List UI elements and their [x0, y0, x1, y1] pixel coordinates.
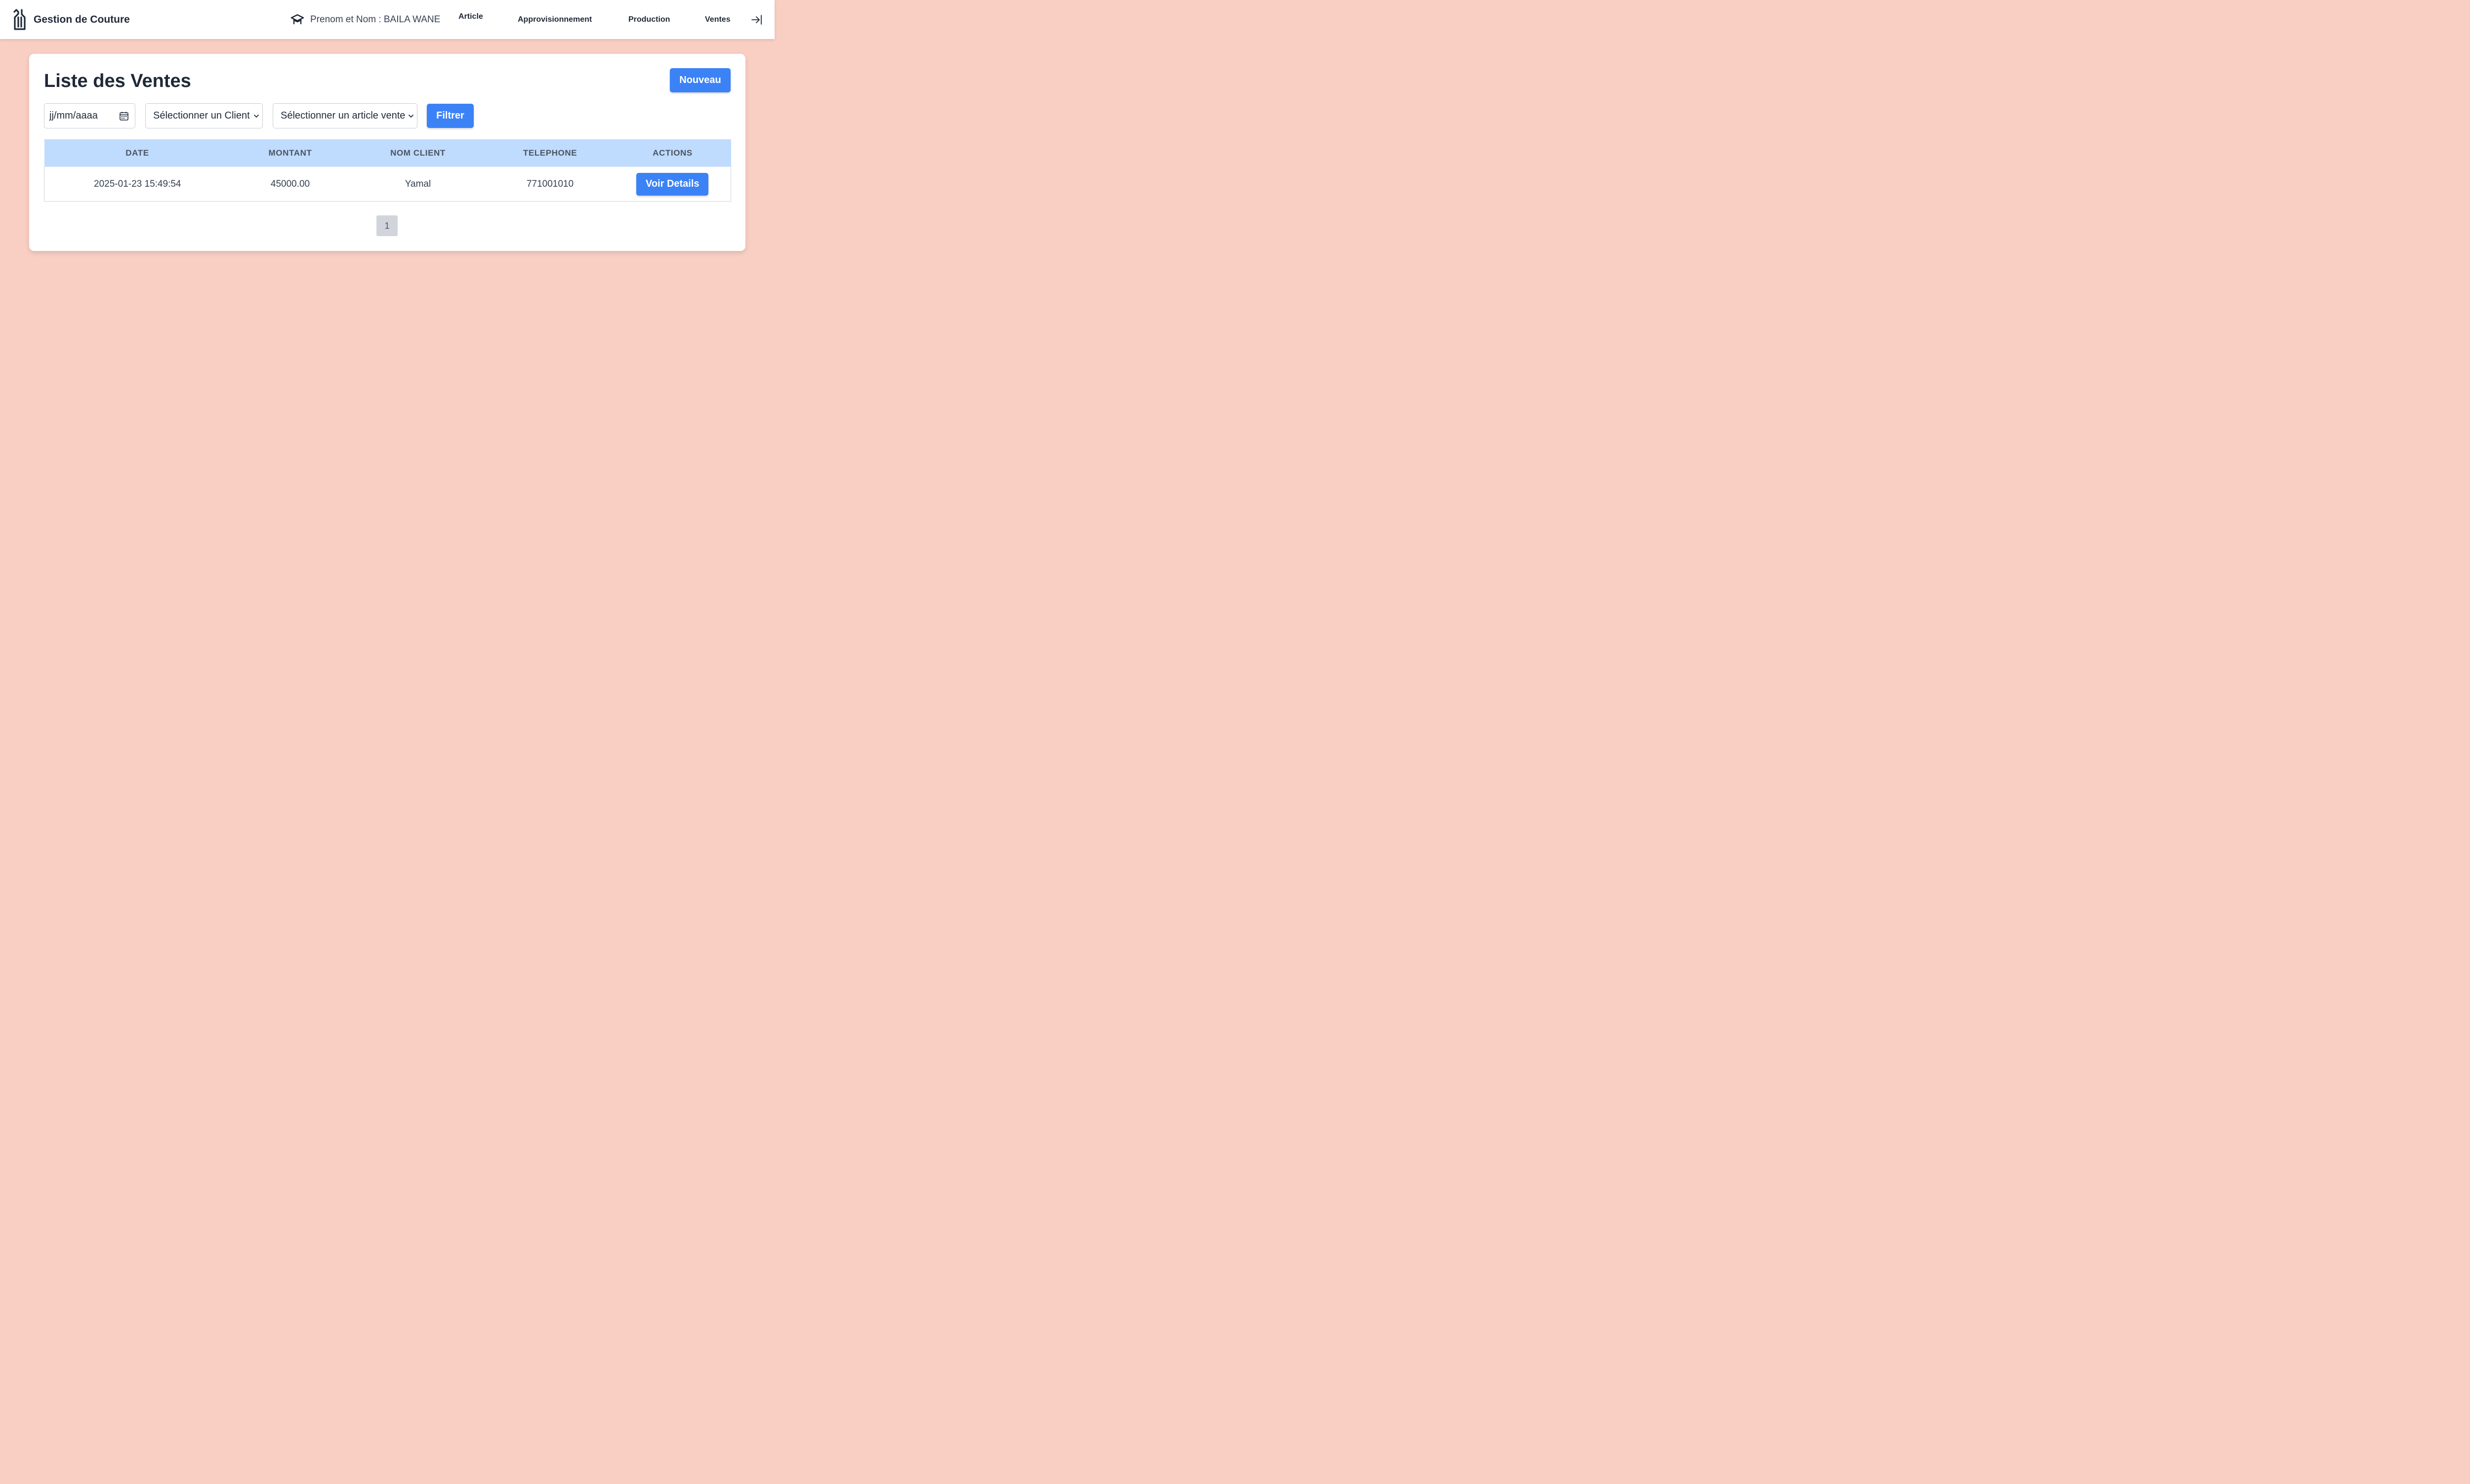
filter-button[interactable]: Filtrer	[427, 104, 474, 128]
view-details-button[interactable]: Voir Details	[636, 172, 709, 196]
logout-icon[interactable]	[751, 14, 764, 26]
column-header-nom-client: NOM CLIENT	[350, 139, 486, 167]
brand[interactable]: Gestion de Couture	[12, 9, 130, 31]
user-name-label: Prenom et Nom : BAILA WANE	[310, 14, 441, 25]
cell-telephone: 771001010	[486, 166, 615, 202]
brand-title: Gestion de Couture	[34, 14, 130, 25]
client-select[interactable]: Sélectionner un Client	[145, 103, 263, 128]
new-sale-button[interactable]: Nouveau	[670, 68, 731, 92]
cell-nom-client: Yamal	[350, 166, 486, 202]
nav-link-approvisionnement[interactable]: Approvisionnement	[518, 15, 592, 24]
client-select-value: Sélectionner un Client	[153, 110, 250, 121]
table-row: 2025-01-23 15:49:54 45000.00 Yamal 77100…	[44, 166, 731, 202]
user-info: Prenom et Nom : BAILA WANE	[290, 13, 440, 27]
column-header-montant: MONTANT	[230, 139, 350, 167]
chevron-down-icon	[409, 115, 413, 118]
top-navbar: Gestion de Couture Prenom et Nom : BAILA…	[0, 0, 775, 39]
table-header-row: DATE MONTANT NOM CLIENT TELEPHONE ACTION…	[44, 139, 731, 167]
article-select[interactable]: Sélectionner un article vente	[273, 103, 417, 128]
cell-actions: Voir Details	[614, 166, 731, 202]
calendar-icon[interactable]	[119, 111, 129, 121]
column-header-actions: ACTIONS	[614, 139, 731, 167]
nav-link-ventes[interactable]: Ventes	[705, 15, 731, 24]
date-placeholder: jj/mm/aaaa	[49, 110, 98, 121]
chevron-down-icon	[254, 115, 259, 118]
tailor-logo-icon	[13, 9, 26, 30]
pagination-page-1[interactable]: 1	[376, 215, 398, 236]
article-select-value: Sélectionner un article vente	[281, 110, 406, 121]
column-header-date: DATE	[44, 139, 231, 167]
page-title: Liste des Ventes	[44, 71, 191, 91]
date-filter-input[interactable]: jj/mm/aaaa	[44, 103, 135, 128]
sales-card: Liste des Ventes Nouveau jj/mm/aaaa Séle…	[29, 54, 745, 251]
column-header-telephone: TELEPHONE	[486, 139, 615, 167]
sales-table: DATE MONTANT NOM CLIENT TELEPHONE ACTION…	[44, 139, 731, 202]
cell-montant: 45000.00	[230, 166, 350, 202]
graduation-cap-icon	[290, 14, 304, 25]
nav-link-article[interactable]: Article	[458, 12, 483, 21]
cell-date: 2025-01-23 15:49:54	[44, 166, 231, 202]
nav-link-production[interactable]: Production	[628, 15, 670, 24]
